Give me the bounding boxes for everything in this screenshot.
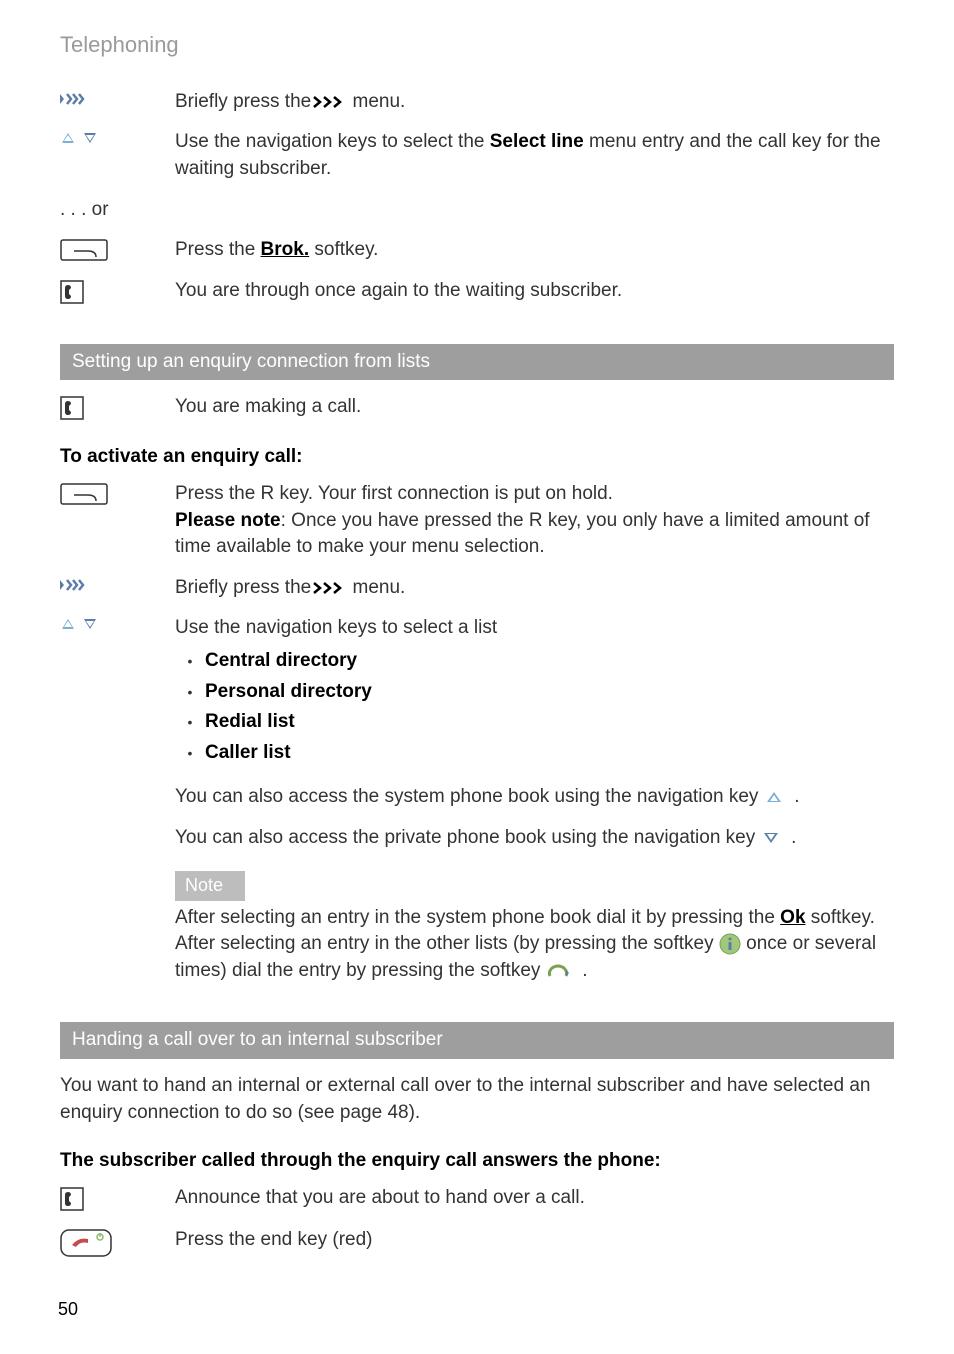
end-key-icon [60, 1227, 175, 1257]
page-header: Telephoning [60, 30, 894, 61]
softkey-icon [60, 481, 175, 505]
list-item: •Personal directory [175, 679, 894, 706]
step-text: Press the Brok. softkey. [175, 237, 894, 264]
step-row: Announce that you are about to hand over… [60, 1185, 894, 1213]
info-icon [719, 933, 741, 955]
step-text: Briefly press the menu. [175, 89, 894, 116]
section-heading: Handing a call over to an internal subsc… [60, 1022, 894, 1059]
step-text: Announce that you are about to hand over… [175, 1185, 894, 1212]
step-row: Briefly press the menu. [60, 575, 894, 602]
step-text: Press the R key. Your first connection i… [175, 481, 894, 561]
up-down-icon [60, 615, 175, 633]
note-block: Note After selecting an entry in the sys… [175, 871, 894, 984]
step-row: Press the Brok. softkey. [60, 237, 894, 264]
menu-icon [60, 575, 175, 593]
step-text: Use the navigation keys to select a list… [175, 615, 894, 770]
up-down-icon [60, 129, 175, 147]
step-text: Briefly press the menu. [175, 575, 894, 602]
handset-green-icon [546, 962, 572, 980]
chevrons-icon [311, 581, 347, 595]
step-row: Use the navigation keys to select a list… [60, 615, 894, 770]
sub-heading: The subscriber called through the enquir… [60, 1148, 894, 1175]
paragraph: You want to hand an internal or external… [60, 1073, 894, 1126]
paragraph: You can also access the private phone bo… [175, 825, 894, 852]
list-item: •Caller list [175, 740, 894, 767]
step-text: You are making a call. [175, 394, 894, 421]
list-item: •Central directory [175, 648, 894, 675]
step-row: You are through once again to the waitin… [60, 278, 894, 306]
list-item: •Redial list [175, 709, 894, 736]
step-row: Press the end key (red) [60, 1227, 894, 1257]
step-row: Use the navigation keys to select the Se… [60, 129, 894, 182]
section-heading: Setting up an enquiry connection from li… [60, 344, 894, 381]
sub-heading: To activate an enquiry call: [60, 444, 894, 471]
handset-icon [60, 394, 175, 422]
note-text: After selecting an entry in the system p… [175, 905, 894, 985]
step-text: You are through once again to the waitin… [175, 278, 894, 305]
paragraph: You can also access the system phone boo… [175, 784, 894, 811]
page-number: 50 [58, 1297, 78, 1322]
list: •Central directory •Personal directory •… [175, 648, 894, 766]
or-text: . . . or [60, 197, 894, 224]
step-row: You are making a call. [60, 394, 894, 422]
step-text: Use the navigation keys to select the Se… [175, 129, 894, 182]
step-row: Briefly press the menu. [60, 89, 894, 116]
menu-icon [60, 89, 175, 107]
up-triangle-icon [764, 790, 784, 804]
softkey-icon [60, 237, 175, 261]
note-label: Note [175, 871, 245, 900]
down-triangle-icon [761, 831, 781, 845]
handset-icon [60, 278, 175, 306]
step-text: Press the end key (red) [175, 1227, 894, 1254]
chevrons-icon [311, 95, 347, 109]
step-row: Press the R key. Your first connection i… [60, 481, 894, 561]
handset-icon [60, 1185, 175, 1213]
